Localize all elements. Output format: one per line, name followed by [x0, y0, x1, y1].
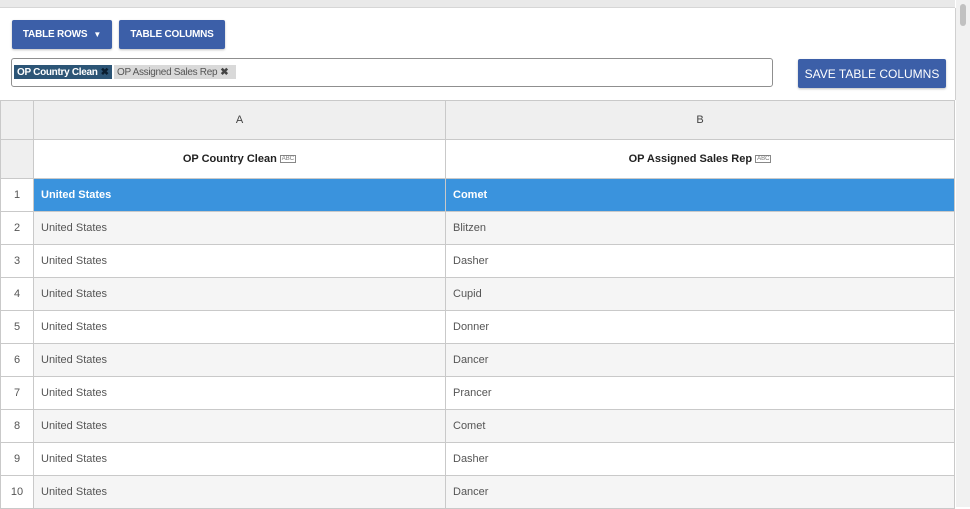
column-tag-input[interactable]: OP Country Clean ✖ OP Assigned Sales Rep… — [11, 58, 773, 87]
sales-rep-cell[interactable]: Blitzen — [445, 211, 955, 245]
column-name-row: OP Country Clean ABC OP Assigned Sales Re… — [0, 139, 955, 179]
save-table-columns-button[interactable]: SAVE TABLE COLUMNS — [798, 59, 946, 88]
table-rows-label: TABLE ROWS — [22, 29, 88, 40]
row-number[interactable]: 6 — [0, 343, 34, 377]
table-row[interactable]: 3 United States Dasher — [0, 244, 955, 278]
sales-rep-cell[interactable]: Comet — [445, 409, 955, 443]
column-selector-panel: TABLE ROWS ▼ TABLE COLUMNS OP Country Cl… — [0, 8, 956, 100]
data-table: A B OP Country Clean ABC OP Assigned Sale… — [0, 100, 955, 509]
sales-rep-cell[interactable]: Dancer — [445, 475, 955, 509]
tag-chip-label: OP Country Clean — [17, 66, 98, 78]
caret-down-icon: ▼ — [93, 30, 102, 39]
table-row[interactable]: 6 United States Dancer — [0, 343, 955, 377]
sales-rep-cell[interactable]: Cupid — [445, 277, 955, 311]
table-rows-button[interactable]: TABLE ROWS ▼ — [12, 20, 112, 49]
text-type-icon: ABC — [755, 155, 772, 164]
table-row[interactable]: 8 United States Comet — [0, 409, 955, 443]
column-name-label: OP Country Clean — [182, 153, 277, 165]
country-cell[interactable]: United States — [33, 310, 446, 344]
table-row[interactable]: 9 United States Dasher — [0, 442, 955, 476]
sales-rep-cell[interactable]: Dancer — [445, 343, 955, 377]
column-letter-header[interactable]: A — [33, 100, 446, 140]
tag-chip[interactable]: OP Assigned Sales Rep ✖ — [114, 65, 236, 79]
column-name-label: OP Assigned Sales Rep — [628, 153, 753, 165]
country-cell[interactable]: United States — [33, 442, 446, 476]
scrollbar-thumb[interactable] — [960, 4, 966, 26]
country-cell[interactable]: United States — [33, 178, 446, 212]
row-number[interactable]: 4 — [0, 277, 34, 311]
table-row[interactable]: 1 United States Comet — [0, 178, 955, 212]
corner-cell — [0, 100, 34, 140]
column-name-header[interactable]: OP Country Clean ABC — [33, 139, 446, 179]
tag-chip[interactable]: OP Country Clean ✖ — [14, 65, 112, 79]
row-number[interactable]: 3 — [0, 244, 34, 278]
row-number[interactable]: 7 — [0, 376, 34, 410]
column-name-header[interactable]: OP Assigned Sales Rep ABC — [445, 139, 955, 179]
table-row[interactable]: 7 United States Prancer — [0, 376, 955, 410]
column-letter-row: A B — [0, 100, 955, 140]
country-cell[interactable]: United States — [33, 343, 446, 377]
column-letter-header[interactable]: B — [445, 100, 955, 140]
row-number[interactable]: 5 — [0, 310, 34, 344]
table-columns-button[interactable]: TABLE COLUMNS — [119, 20, 225, 49]
close-icon[interactable]: ✖ — [220, 67, 228, 78]
sales-rep-cell[interactable]: Comet — [445, 178, 955, 212]
table-row[interactable]: 5 United States Donner — [0, 310, 955, 344]
vertical-scrollbar[interactable] — [956, 0, 970, 507]
table-columns-label: TABLE COLUMNS — [130, 29, 214, 40]
sales-rep-cell[interactable]: Prancer — [445, 376, 955, 410]
row-number[interactable]: 8 — [0, 409, 34, 443]
row-number[interactable]: 10 — [0, 475, 34, 509]
tag-chip-label: OP Assigned Sales Rep — [117, 66, 218, 78]
row-number[interactable]: 1 — [0, 178, 34, 212]
top-divider — [0, 0, 955, 8]
country-cell[interactable]: United States — [33, 475, 446, 509]
table-row[interactable]: 2 United States Blitzen — [0, 211, 955, 245]
country-cell[interactable]: United States — [33, 277, 446, 311]
text-type-icon: ABC — [279, 155, 297, 164]
close-icon[interactable]: ✖ — [101, 67, 109, 78]
row-number[interactable]: 9 — [0, 442, 34, 476]
sales-rep-cell[interactable]: Donner — [445, 310, 955, 344]
country-cell[interactable]: United States — [33, 376, 446, 410]
row-number[interactable]: 2 — [0, 211, 34, 245]
country-cell[interactable]: United States — [33, 409, 446, 443]
table-row[interactable]: 10 United States Dancer — [0, 475, 955, 509]
country-cell[interactable]: United States — [33, 211, 446, 245]
country-cell[interactable]: United States — [33, 244, 446, 278]
sales-rep-cell[interactable]: Dasher — [445, 442, 955, 476]
sales-rep-cell[interactable]: Dasher — [445, 244, 955, 278]
corner-cell — [0, 139, 34, 179]
table-row[interactable]: 4 United States Cupid — [0, 277, 955, 311]
